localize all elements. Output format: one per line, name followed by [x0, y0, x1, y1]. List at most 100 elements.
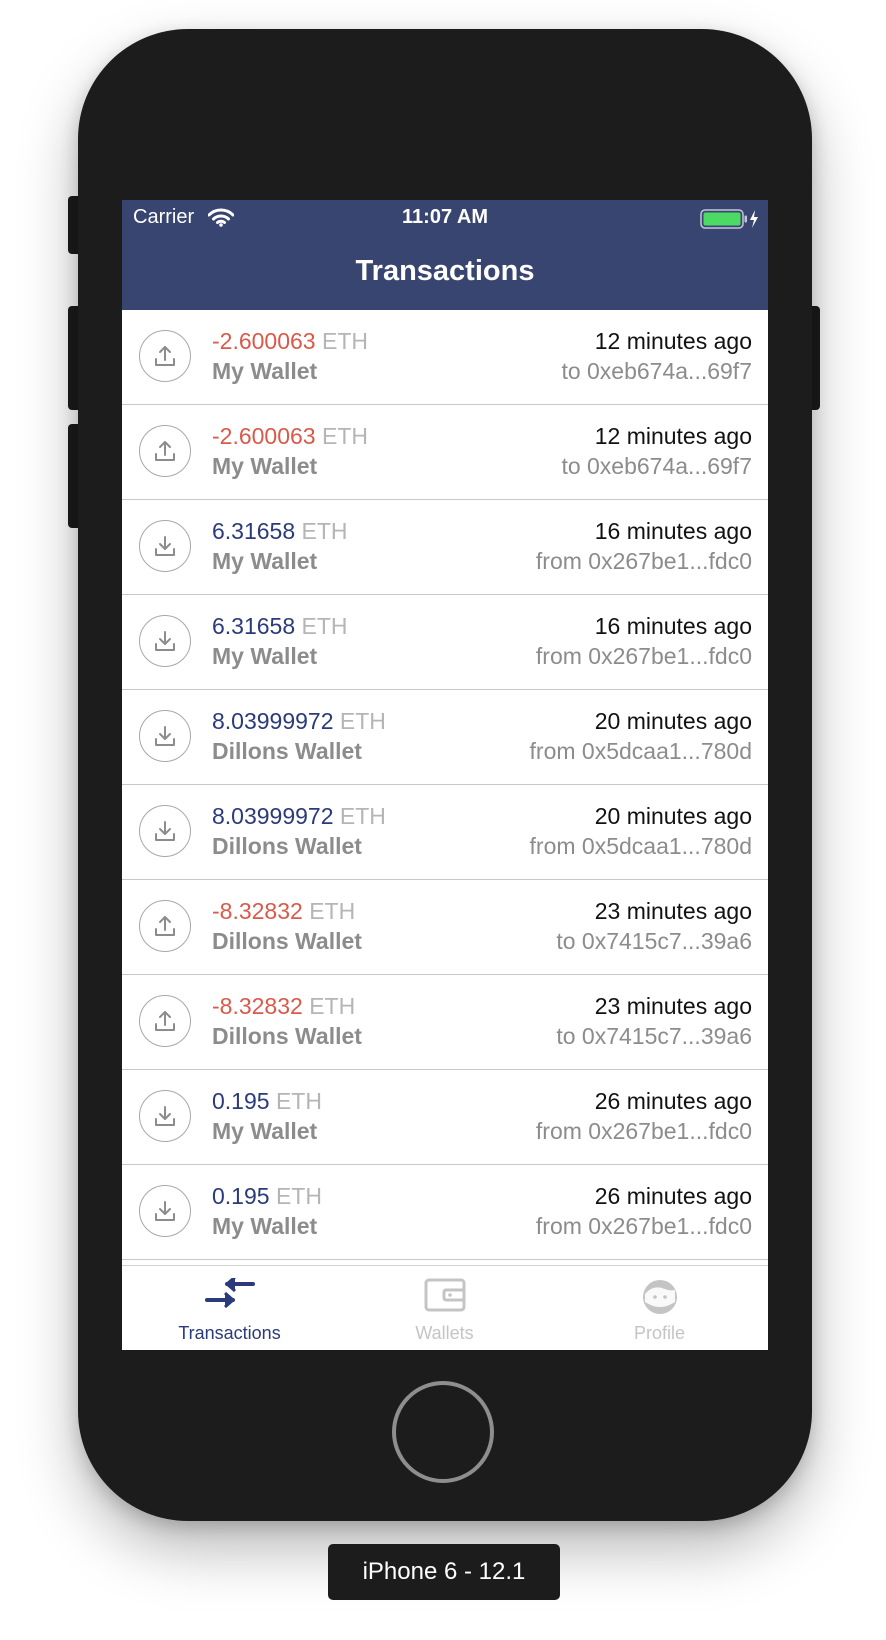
- download-icon: [139, 805, 191, 857]
- amount-value: 8.03999972: [212, 708, 334, 734]
- wallet-name: Dillons Wallet: [212, 1023, 362, 1049]
- wallet-name: My Wallet: [212, 1118, 318, 1144]
- tab-label-transactions: Transactions: [178, 1323, 281, 1343]
- amount-value: -8.32832: [212, 898, 303, 924]
- transaction-time: 16 minutes ago: [594, 518, 752, 544]
- amount-line: 6.31658 ETH: [212, 613, 348, 640]
- amount-line: 8.03999972 ETH: [212, 708, 386, 735]
- transaction-list[interactable]: -2.600063 ETH My Wallet 12 minutes ago to 0…: [122, 310, 768, 1265]
- transaction-row[interactable]: 8.03999972 ETH Dillons Wallet 20 minutes a…: [122, 785, 768, 880]
- counterparty-address: from 0x5dcaa1...780d: [529, 738, 752, 764]
- transaction-row[interactable]: 6.31658 ETH My Wallet 16 minutes ago from 0…: [122, 500, 768, 595]
- counterparty-address: to 0x7415c7...39a6: [556, 1023, 752, 1049]
- tab-wallets[interactable]: Wallets: [337, 1266, 552, 1350]
- status-bar: Carrier 11:07 AM: [122, 200, 768, 238]
- transaction-row[interactable]: 6.31658 ETH My Wallet 16 minutes ago from 0…: [122, 595, 768, 690]
- transaction-row[interactable]: 8.03999972 ETH Dillons Wallet 20 minutes a…: [122, 690, 768, 785]
- counterparty-address: to 0xeb674a...69f7: [561, 453, 752, 479]
- wallet-name: My Wallet: [212, 358, 318, 384]
- amount-unit: ETH: [321, 328, 368, 354]
- transaction-row[interactable]: -8.32832 ETH Dillons Wallet 23 minutes ago…: [122, 880, 768, 975]
- transaction-row[interactable]: -2.600063 ETH My Wallet 12 minutes ago to 0…: [122, 310, 768, 405]
- counterparty-address: from 0x267be1...fdc0: [535, 643, 752, 669]
- transaction-time: 23 minutes ago: [594, 898, 752, 924]
- transaction-time: 26 minutes ago: [594, 1088, 752, 1114]
- counterparty-address: from 0x267be1...fdc0: [535, 1213, 752, 1239]
- amount-line: 8.03999972 ETH: [212, 803, 386, 830]
- transfer-arrows-icon: [122, 1278, 337, 1318]
- device-label: iPhone 6 - 12.1: [328, 1544, 560, 1600]
- download-icon: [139, 1185, 191, 1237]
- download-icon: [139, 1090, 191, 1142]
- app-screen: Carrier 11:07 AM Transactions -2.600063 …: [122, 200, 768, 1350]
- amount-value: -8.32832: [212, 993, 303, 1019]
- upload-icon: [139, 330, 191, 382]
- battery-icon: [700, 209, 762, 235]
- status-time: 11:07 AM: [402, 206, 488, 228]
- amount-value: 6.31658: [212, 518, 296, 544]
- amount-value: -2.600063: [212, 328, 316, 354]
- transaction-time: 12 minutes ago: [594, 328, 752, 354]
- page-title: Transactions: [355, 255, 535, 287]
- wallet-name: My Wallet: [212, 453, 318, 479]
- simulator-stage: Carrier 11:07 AM Transactions -2.600063 …: [0, 0, 886, 1640]
- upload-icon: [139, 900, 191, 952]
- home-button[interactable]: [392, 1381, 494, 1483]
- tab-label-wallets: Wallets: [415, 1323, 474, 1343]
- transaction-time: 12 minutes ago: [594, 423, 752, 449]
- transaction-time: 26 minutes ago: [594, 1183, 752, 1209]
- amount-unit: ETH: [339, 708, 386, 734]
- amount-unit: ETH: [301, 518, 348, 544]
- amount-unit: ETH: [275, 1088, 322, 1114]
- wallet-name: My Wallet: [212, 548, 318, 574]
- amount-unit: ETH: [339, 803, 386, 829]
- profile-face-icon: [552, 1278, 767, 1318]
- download-icon: [139, 520, 191, 572]
- transaction-row[interactable]: 0.195 ETH My Wallet 26 minutes ago from 0x2…: [122, 1165, 768, 1260]
- amount-line: -8.32832 ETH: [212, 993, 355, 1020]
- tab-profile[interactable]: Profile: [552, 1266, 767, 1350]
- counterparty-address: from 0x267be1...fdc0: [535, 1118, 752, 1144]
- amount-line: -8.32832 ETH: [212, 898, 355, 925]
- wallet-name: Dillons Wallet: [212, 738, 362, 764]
- amount-unit: ETH: [301, 613, 348, 639]
- transaction-time: 20 minutes ago: [594, 803, 752, 829]
- counterparty-address: from 0x267be1...fdc0: [535, 548, 752, 574]
- amount-value: 0.195: [212, 1088, 270, 1114]
- navigation-bar: Carrier 11:07 AM Transactions: [122, 200, 768, 310]
- wallet-name: My Wallet: [212, 643, 318, 669]
- wallet-icon: [337, 1278, 552, 1318]
- amount-unit: ETH: [275, 1183, 322, 1209]
- transaction-row[interactable]: -2.600063 ETH My Wallet 12 minutes ago to 0…: [122, 405, 768, 500]
- download-icon: [139, 710, 191, 762]
- counterparty-address: to 0xeb674a...69f7: [561, 358, 752, 384]
- amount-value: 8.03999972: [212, 803, 334, 829]
- transaction-time: 23 minutes ago: [594, 993, 752, 1019]
- wallet-name: Dillons Wallet: [212, 928, 362, 954]
- amount-unit: ETH: [321, 423, 368, 449]
- amount-value: -2.600063: [212, 423, 316, 449]
- amount-line: 6.31658 ETH: [212, 518, 348, 545]
- counterparty-address: to 0x7415c7...39a6: [556, 928, 752, 954]
- transaction-time: 20 minutes ago: [594, 708, 752, 734]
- tab-transactions[interactable]: Transactions: [122, 1266, 337, 1350]
- tab-bar: Transactions Wallets Profile: [122, 1265, 768, 1350]
- counterparty-address: from 0x5dcaa1...780d: [529, 833, 752, 859]
- transaction-row[interactable]: 0.195 ETH My Wallet 26 minutes ago from 0x2…: [122, 1070, 768, 1165]
- transaction-time: 16 minutes ago: [594, 613, 752, 639]
- amount-line: -2.600063 ETH: [212, 328, 368, 355]
- download-icon: [139, 615, 191, 667]
- upload-icon: [139, 995, 191, 1047]
- amount-line: -2.600063 ETH: [212, 423, 368, 450]
- amount-value: 0.195: [212, 1183, 270, 1209]
- amount-unit: ETH: [309, 898, 356, 924]
- tab-label-profile: Profile: [633, 1323, 686, 1343]
- wallet-name: Dillons Wallet: [212, 833, 362, 859]
- upload-icon: [139, 425, 191, 477]
- wallet-name: My Wallet: [212, 1213, 318, 1239]
- amount-line: 0.195 ETH: [212, 1088, 322, 1115]
- amount-unit: ETH: [309, 993, 356, 1019]
- amount-line: 0.195 ETH: [212, 1183, 322, 1210]
- transaction-row[interactable]: -8.32832 ETH Dillons Wallet 23 minutes ago…: [122, 975, 768, 1070]
- amount-value: 6.31658: [212, 613, 296, 639]
